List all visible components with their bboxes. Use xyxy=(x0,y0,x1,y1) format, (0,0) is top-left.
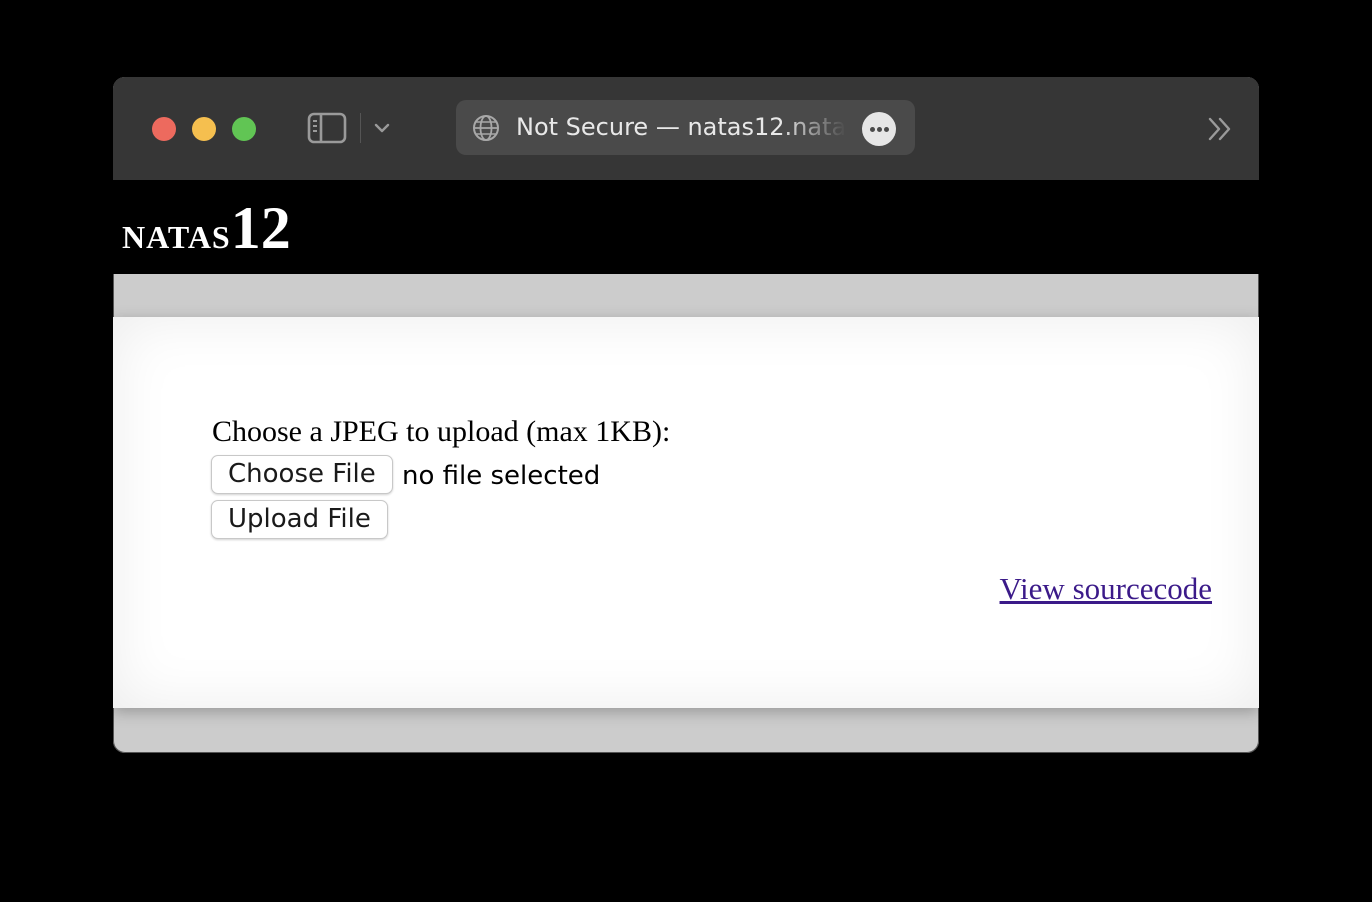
browser-toolbar: Not Secure — natas12.natas.labs.overthew… xyxy=(113,77,1259,181)
view-sourcecode-link[interactable]: View sourcecode xyxy=(1000,571,1212,607)
address-bar[interactable]: Not Secure — natas12.natas.labs.overthew… xyxy=(456,100,915,155)
browser-window: Not Secure — natas12.natas.labs.overthew… xyxy=(113,77,1259,753)
minimize-window-button[interactable] xyxy=(192,117,216,141)
globe-icon xyxy=(473,115,499,141)
toolbar-overflow-button[interactable] xyxy=(1205,115,1235,143)
upload-file-button[interactable]: Upload File xyxy=(211,500,388,539)
tab-group-menu-button[interactable] xyxy=(371,115,393,141)
address-text[interactable]: Not Secure — natas12.natas.labs.overthew… xyxy=(516,100,846,155)
toolbar-divider xyxy=(360,113,361,143)
double-chevron-right-icon xyxy=(1208,117,1231,141)
ellipsis-icon xyxy=(870,127,875,132)
file-status-text: no file selected xyxy=(402,461,601,491)
sidebar-icon xyxy=(307,112,347,144)
choose-file-button[interactable]: Choose File xyxy=(211,455,393,494)
site-logo: natas12 xyxy=(122,194,291,263)
logo-number: 12 xyxy=(230,195,291,261)
maximize-window-button[interactable] xyxy=(232,117,256,141)
page-menu-button[interactable] xyxy=(862,112,896,146)
chevron-down-icon xyxy=(374,123,390,133)
content-panel: Choose a JPEG to upload (max 1KB): Choos… xyxy=(113,317,1259,708)
sidebar-toggle-button[interactable] xyxy=(307,111,347,145)
logo-word: natas xyxy=(122,207,231,258)
close-window-button[interactable] xyxy=(152,117,176,141)
upload-prompt: Choose a JPEG to upload (max 1KB): xyxy=(212,415,671,448)
site-header: natas12 xyxy=(113,180,1259,274)
